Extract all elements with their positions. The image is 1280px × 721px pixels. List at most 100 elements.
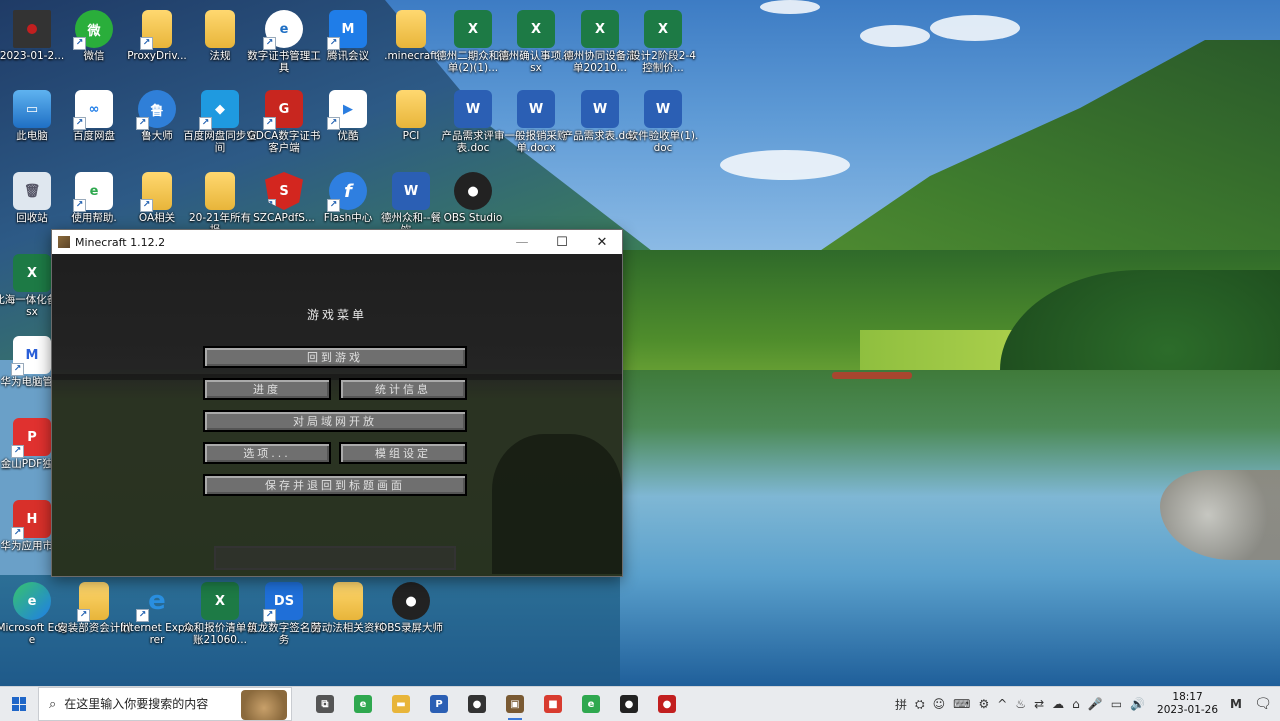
- folder-icon: [140, 10, 172, 50]
- icon-label: 设计2阶段2-4控制价...: [630, 50, 696, 74]
- edge-icon: e: [354, 695, 372, 713]
- window-title: Minecraft 1.12.2: [75, 235, 166, 249]
- taskbar: ⌕ ⧉ e ▬ P ● ▣ ■ e ● ● 拼 ⛭ ☺ ⌨ ⚙ ^ ♨ ⇄ ☁ ⌂ 🎤 ▭ 🔊 18:17 2023-01…: [0, 686, 1280, 721]
- tray-icon[interactable]: 🔊: [1130, 697, 1145, 711]
- computer-icon: ▭: [13, 90, 51, 128]
- task-view-icon: ⧉: [316, 695, 334, 713]
- clock-time: 18:17: [1172, 691, 1203, 703]
- tray-icon[interactable]: ⚙: [978, 697, 989, 711]
- open-to-lan-button[interactable]: 对局域网开放: [203, 410, 467, 432]
- window-titlebar[interactable]: Minecraft 1.12.2 — ☐ ✕: [52, 230, 622, 254]
- szca-shield-icon: S: [265, 172, 303, 210]
- back-to-game-button[interactable]: 回到游戏: [203, 346, 467, 368]
- options-button[interactable]: 选项...: [203, 442, 331, 464]
- folder-icon: [205, 10, 235, 48]
- desktop-icon-word-4[interactable]: W 软件验收单(1).doc: [625, 90, 701, 154]
- icon-label: OBS录屏大师: [379, 622, 443, 634]
- huawei-appgallery-icon: H: [11, 500, 51, 540]
- cloud: [760, 0, 820, 14]
- mod-options-button[interactable]: 模组设定: [339, 442, 467, 464]
- huawei-manager-tray-icon[interactable]: M: [1230, 697, 1242, 711]
- tray-icon[interactable]: ⇄: [1034, 697, 1044, 711]
- taskbar-app-obs[interactable]: ●: [610, 687, 648, 721]
- file-explorer-icon: ▬: [392, 695, 410, 713]
- word-icon: W: [517, 90, 555, 128]
- taskbar-app-recorder[interactable]: ●: [648, 687, 686, 721]
- recycle-bin-icon: 🗑: [13, 172, 51, 210]
- excel-icon: X: [13, 254, 51, 292]
- word-icon: W: [392, 172, 430, 210]
- folder-icon: [396, 90, 426, 128]
- excel-icon: X: [581, 10, 619, 48]
- folder-icon: [396, 10, 426, 48]
- notification-icon[interactable]: 🗨: [1246, 696, 1280, 712]
- taskbar-app-minecraft[interactable]: ▣: [496, 687, 534, 721]
- excel-icon: X: [454, 10, 492, 48]
- search-input[interactable]: [62, 696, 257, 712]
- word-icon: W: [644, 90, 682, 128]
- windows-logo-icon: [12, 697, 26, 711]
- excel-icon: X: [201, 582, 239, 620]
- tray-icon[interactable]: ⌨: [953, 697, 970, 711]
- video-file-icon: [13, 10, 51, 48]
- close-button[interactable]: ✕: [582, 230, 622, 254]
- tray-icon[interactable]: ⌂: [1072, 697, 1080, 711]
- ludashi-icon: 鲁: [136, 90, 176, 130]
- hotbar: [214, 546, 456, 570]
- taskbar-app-app-dark[interactable]: ●: [458, 687, 496, 721]
- recorder-icon: ●: [658, 695, 676, 713]
- taskbar-search[interactable]: ⌕: [38, 687, 292, 721]
- statistics-button[interactable]: 统计信息: [339, 378, 467, 400]
- youku-icon: ▶: [327, 90, 367, 130]
- minecraft-app-icon: [58, 236, 70, 248]
- folder-icon: [77, 582, 109, 622]
- clock-date: 2023-01-26: [1157, 704, 1219, 716]
- taskbar-app-app-red[interactable]: ■: [534, 687, 572, 721]
- tray-icon[interactable]: ☁: [1052, 697, 1064, 711]
- tray-icons: 拼 ⛭ ☺ ⌨ ⚙ ^ ♨ ⇄ ☁ ⌂ 🎤 ▭ 🔊: [891, 696, 1149, 713]
- obs-icon: ●: [454, 172, 492, 210]
- cert-manager-icon: e: [263, 10, 303, 50]
- taskbar-app-edge-2[interactable]: e: [572, 687, 610, 721]
- tray-icon[interactable]: ^: [997, 697, 1007, 711]
- baidu-netdisk-icon: ∞: [73, 90, 113, 130]
- minimize-button[interactable]: —: [502, 230, 542, 254]
- taskbar-app-file-explorer[interactable]: ▬: [382, 687, 420, 721]
- game-viewport[interactable]: 游戏菜单 回到游戏 进度 统计信息 对局域网开放 选项... 模组设定 保存并退…: [52, 254, 622, 576]
- tray-icon[interactable]: ⛭: [915, 697, 925, 712]
- taskbar-apps: ⧉ e ▬ P ● ▣ ■ e ● ●: [306, 687, 686, 721]
- taskbar-app-p-app[interactable]: P: [420, 687, 458, 721]
- minecraft-window[interactable]: Minecraft 1.12.2 — ☐ ✕ 游戏菜单 回到游戏 进度 统计信息…: [51, 229, 623, 577]
- boat: [832, 372, 912, 379]
- wechat-icon: 微: [73, 10, 113, 50]
- tray-icon[interactable]: ♨: [1015, 697, 1026, 711]
- app-dark-icon: ●: [468, 695, 486, 713]
- obs-icon: ●: [392, 582, 430, 620]
- maximize-button[interactable]: ☐: [542, 230, 582, 254]
- folder-icon: [205, 172, 235, 210]
- save-and-quit-button[interactable]: 保存并退回到标题画面: [203, 474, 467, 496]
- tray-icon[interactable]: 拼: [895, 696, 907, 713]
- desktop-icon-obs-recorder[interactable]: ● OBS录屏大师: [373, 582, 449, 634]
- menu-title: 游戏菜单: [306, 308, 367, 322]
- edge-2-icon: e: [582, 695, 600, 713]
- search-icon: ⌕: [49, 696, 57, 712]
- start-button[interactable]: [0, 687, 38, 721]
- taskbar-app-edge[interactable]: e: [344, 687, 382, 721]
- help-icon: e: [73, 172, 113, 212]
- gdca-icon: G: [263, 90, 303, 130]
- search-highlight-image[interactable]: [241, 690, 287, 720]
- desktop-icon-obs-studio[interactable]: ● OBS Studio: [435, 172, 511, 224]
- tray-icon[interactable]: ▭: [1111, 697, 1122, 711]
- zhulong-signature-icon: DS: [263, 582, 303, 622]
- tray-icon[interactable]: ☺: [933, 697, 946, 711]
- desktop-icon-excel-4[interactable]: X 设计2阶段2-4控制价...: [625, 10, 701, 74]
- tray-icon[interactable]: 🎤: [1088, 697, 1103, 711]
- taskbar-clock[interactable]: 18:17 2023-01-26: [1157, 691, 1218, 717]
- internet-explorer-icon: e: [136, 582, 176, 622]
- pdf-icon: P: [11, 418, 51, 458]
- word-icon: W: [581, 90, 619, 128]
- advancements-button[interactable]: 进度: [203, 378, 331, 400]
- cloud: [720, 150, 850, 180]
- taskbar-app-task-view[interactable]: ⧉: [306, 687, 344, 721]
